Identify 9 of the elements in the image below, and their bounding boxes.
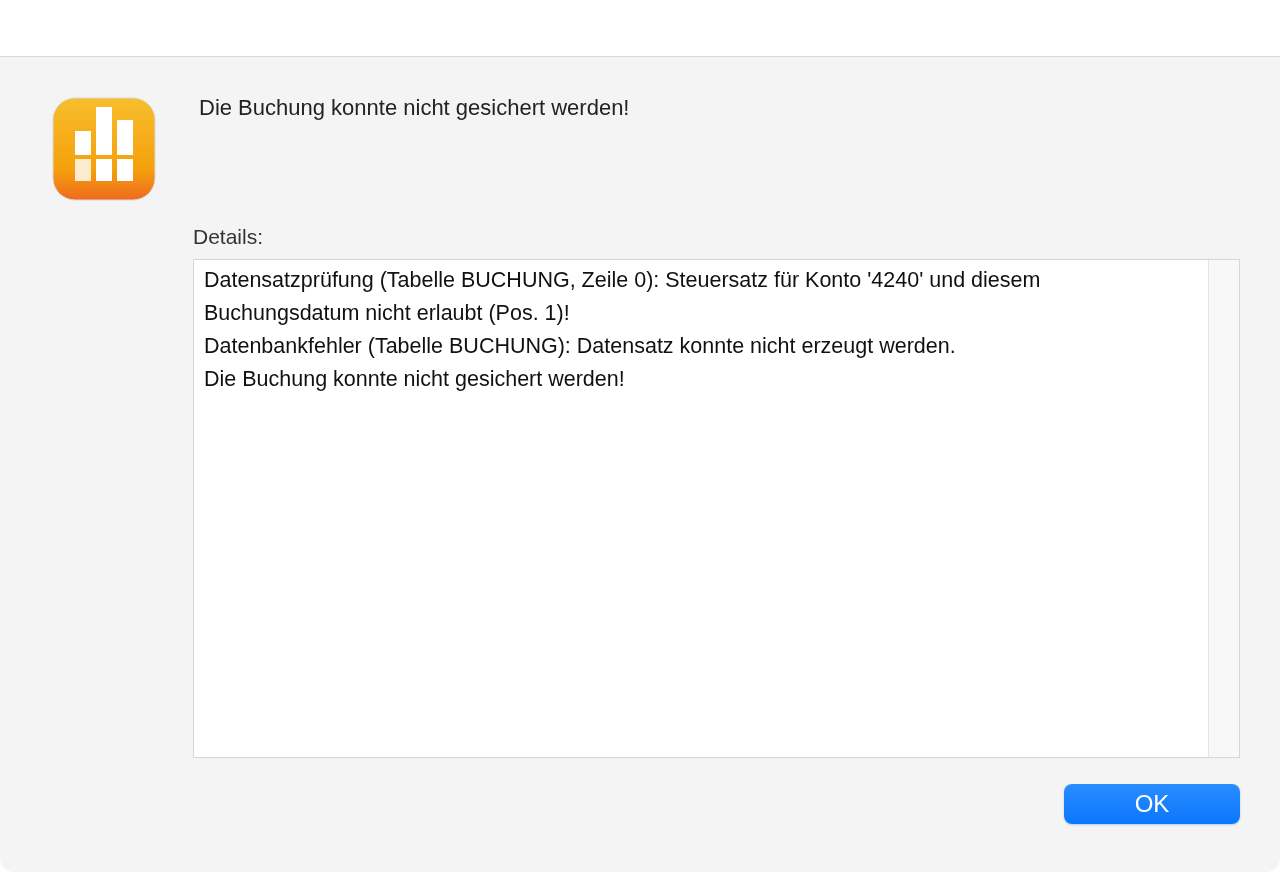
scrollbar-track[interactable]	[1208, 260, 1239, 757]
details-line: Datensatzprüfung (Tabelle BUCHUNG, Zeile 0): Steuersatz für Konto '4240' und diesem Buchungsdatum nicht erlaubt (Pos. 1)!	[204, 267, 1042, 327]
details-line: Datenbankfehler (Tabelle BUCHUNG): Datensatz konnte nicht erzeugt werden.	[204, 333, 957, 360]
bar-chart-app-icon	[52, 97, 156, 201]
ok-button[interactable]: OK	[1064, 784, 1240, 824]
details-line: Die Buchung konnte nicht gesichert werden!	[204, 366, 626, 393]
error-message: Die Buchung konnte nicht gesichert werden!	[198, 95, 631, 122]
details-label: Details:	[193, 225, 265, 249]
details-text-area[interactable]	[193, 259, 1240, 758]
